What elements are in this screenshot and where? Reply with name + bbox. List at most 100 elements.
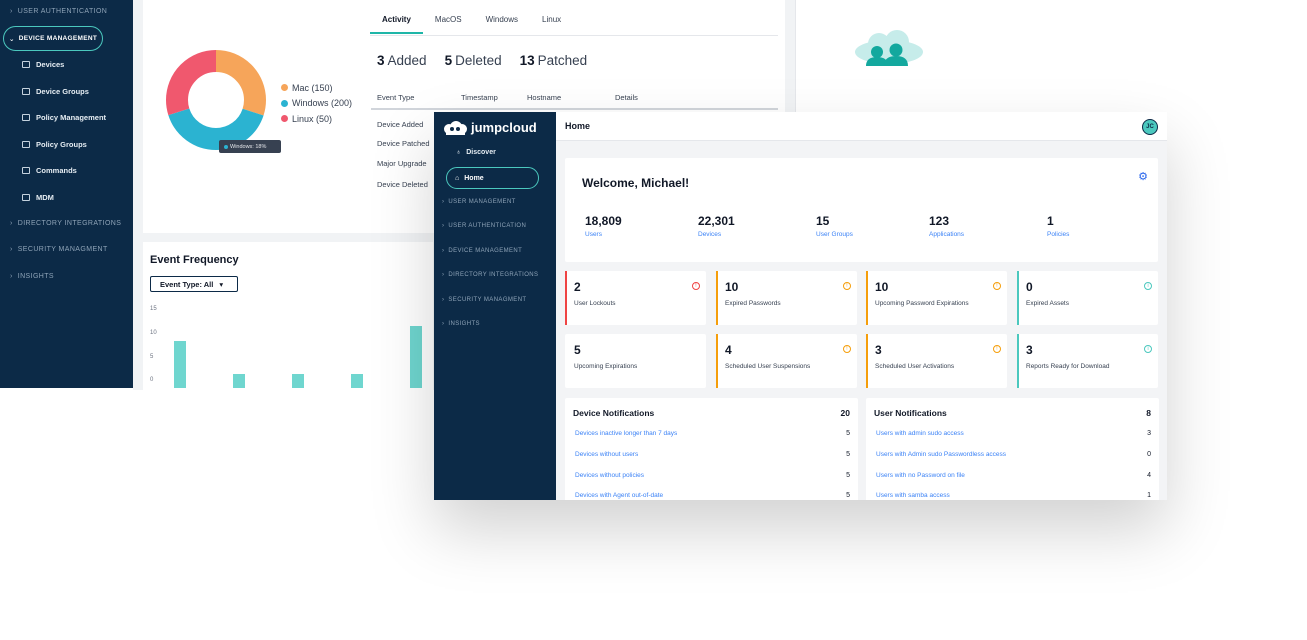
nav-mdm[interactable]: MDM [22,193,54,202]
notification-row[interactable]: Devices with Agent out-of-date 5 [575,492,850,499]
page-title: Home [565,121,591,131]
table-header-divider [371,108,778,110]
nav-security-management[interactable]: › SECURITY MANAGMENT [442,297,527,303]
table-row[interactable]: Device Added [377,120,423,129]
tile-label: Expired Passwords [725,300,781,307]
tile-accent [1017,334,1019,388]
device-groups-icon [22,88,30,95]
column-header-timestamp[interactable]: Timestamp [461,93,498,102]
nav-directory-integrations[interactable]: › DIRECTORY INTEGRATIONS [0,220,133,227]
frequency-bar[interactable] [174,340,186,388]
kpi-label[interactable]: User Groups [816,231,853,238]
notification-row[interactable]: Users with no Password on file 4 [876,472,1151,479]
nav-label: DEVICE MANAGEMENT [18,35,98,42]
notification-row[interactable]: Users with Admin sudo Passwordless acces… [876,451,1151,458]
nav-home[interactable]: ⌂ Home [446,167,539,189]
tab-activity[interactable]: Activity [370,7,423,34]
frequency-bar[interactable] [292,373,304,388]
nav-user-authentication[interactable]: › USER AUTHENTICATION [0,8,133,15]
tile-scheduled-user-suspensions[interactable]: 4 Scheduled User Suspensions ! [716,334,857,388]
notification-link[interactable]: Users with samba access [876,492,950,499]
nav-label: Home [464,174,484,182]
y-tick-label: 0 [150,377,154,383]
tile-upcoming-password-expirations[interactable]: 10 Upcoming Password Expirations ! [866,271,1007,325]
column-header-hostname[interactable]: Hostname [527,93,561,102]
notification-count: 4 [1147,472,1151,479]
kpi-value: 15 [816,214,830,228]
tab-windows[interactable]: Windows [474,7,530,34]
kpi-applications[interactable]: 123 Applications [929,214,964,238]
notification-link[interactable]: Users with Admin sudo Passwordless acces… [876,451,1006,458]
frequency-bar[interactable] [233,373,245,388]
nav-directory-integrations[interactable]: › DIRECTORY INTEGRATIONS [442,272,538,278]
tab-linux[interactable]: Linux [530,7,573,34]
notification-row[interactable]: Devices without users 5 [575,451,850,458]
tab-macos[interactable]: MacOS [423,7,474,34]
nav-device-management[interactable]: ⌄ DEVICE MANAGEMENT [3,26,103,51]
nav-commands[interactable]: Commands [22,166,77,175]
warning-icon: ! [993,345,1001,353]
nav-label: Policy Groups [36,140,87,149]
tile-expired-assets[interactable]: 0 Expired Assets i [1017,271,1158,325]
kpi-label[interactable]: Policies [1047,231,1069,238]
nav-discover[interactable]: ♁ Discover [456,149,496,156]
notification-row[interactable]: Users with samba access 1 [876,492,1151,499]
nav-user-management[interactable]: › USER MANAGEMENT [442,199,516,205]
kpi-label[interactable]: Applications [929,231,964,238]
notification-count: 1 [1147,492,1151,499]
kpi-label[interactable]: Users [585,231,622,238]
welcome-card: Welcome, Michael! ⚙ 18,809 Users 22,301 De… [565,158,1158,262]
kpi-devices[interactable]: 22,301 Devices [698,214,735,238]
nav-insights[interactable]: › INSIGHTS [0,273,133,280]
stat-label: Added [387,53,427,68]
kpi-users[interactable]: 18,809 Users [585,214,622,238]
tile-user-lockouts[interactable]: 2 User Lockouts ! [565,271,706,325]
nav-device-groups[interactable]: Device Groups [22,87,89,96]
legend-item-mac: Mac (150) [281,80,352,96]
notification-link[interactable]: Users with admin sudo access [876,430,964,437]
notification-link[interactable]: Devices without policies [575,472,644,479]
nav-label: Discover [466,149,496,156]
legend-dot [281,84,288,92]
home-icon: ⌂ [455,174,460,182]
nav-security-management[interactable]: › SECURITY MANAGMENT [0,246,133,253]
nav-insights[interactable]: › INSIGHTS [442,321,480,327]
tile-reports-ready[interactable]: 3 Reports Ready for Download i [1017,334,1158,388]
notification-row[interactable]: Users with admin sudo access 3 [876,430,1151,437]
gear-icon[interactable]: ⚙ [1138,170,1148,183]
nav-policy-management[interactable]: Policy Management [22,113,106,122]
tile-scheduled-user-activations[interactable]: 3 Scheduled User Activations ! [866,334,1007,388]
frequency-bar[interactable] [351,373,363,388]
tile-upcoming-expirations[interactable]: 5 Upcoming Expirations [565,334,706,388]
notification-link[interactable]: Devices with Agent out-of-date [575,492,663,499]
column-header-event-type[interactable]: Event Type [377,93,414,102]
devices-icon [22,61,30,68]
kpi-user-groups[interactable]: 15 User Groups [816,214,853,238]
nav-label: Device Groups [36,87,89,96]
notification-row[interactable]: Devices without policies 5 [575,472,850,479]
notification-link[interactable]: Devices inactive longer than 7 days [575,430,677,437]
user-avatar[interactable]: JC [1142,119,1158,135]
kpi-policies[interactable]: 1 Policies [1047,214,1069,238]
event-type-select[interactable]: Event Type: All ▾ [150,276,238,292]
jumpcloud-logo[interactable]: jumpcloud [442,120,537,135]
tile-accent [866,271,868,325]
nav-device-management[interactable]: › DEVICE MANAGEMENT [442,248,522,254]
table-row[interactable]: Device Patched [377,139,430,148]
notification-link[interactable]: Users with no Password on file [876,472,965,479]
nav-policy-groups[interactable]: Policy Groups [22,140,87,149]
notification-row[interactable]: Devices inactive longer than 7 days 5 [575,430,850,437]
nav-label: USER AUTHENTICATION [448,223,527,229]
mdm-icon [22,194,30,201]
card-title: User Notifications [874,408,947,418]
table-row[interactable]: Device Deleted [377,180,428,189]
nav-user-authentication[interactable]: › USER AUTHENTICATION [442,223,526,229]
table-row[interactable]: Major Upgrade [377,159,427,168]
frequency-bar[interactable] [410,326,422,388]
kpi-label[interactable]: Devices [698,231,735,238]
activity-stats: 3 Added 5 Deleted 13 Patched [377,53,587,68]
nav-devices[interactable]: Devices [22,60,64,69]
notification-link[interactable]: Devices without users [575,451,638,458]
column-header-details[interactable]: Details [615,93,638,102]
tile-expired-passwords[interactable]: 10 Expired Passwords ! [716,271,857,325]
